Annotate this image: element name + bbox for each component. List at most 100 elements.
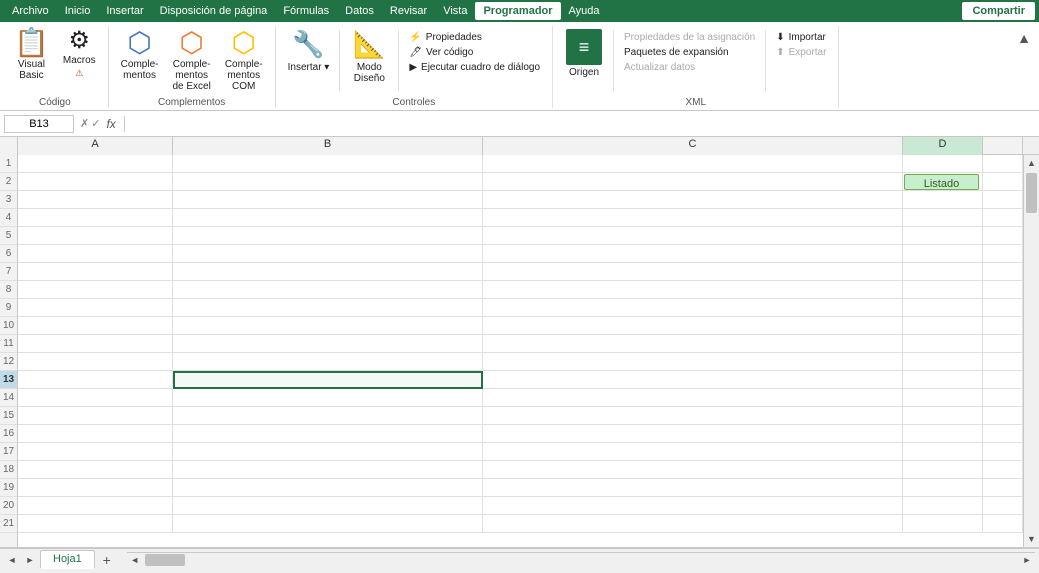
cell-C12[interactable] [483, 353, 903, 370]
cell-extra-13[interactable] [983, 371, 1023, 389]
sheet-tab-hoja1[interactable]: Hoja1 [40, 550, 95, 569]
cell-A16[interactable] [18, 425, 173, 442]
macros-button[interactable]: ⚙ Macros ⚠ [57, 26, 102, 82]
origen-button[interactable]: ≡ Origen [559, 26, 609, 81]
menu-disposicion[interactable]: Disposición de página [152, 2, 276, 20]
cell-extra-18[interactable] [983, 461, 1023, 478]
cell-D9[interactable] [903, 299, 983, 316]
col-header-B[interactable]: B [173, 137, 483, 155]
cell-B11[interactable] [173, 335, 483, 352]
cell-C2[interactable] [483, 173, 903, 191]
cell-extra-3[interactable] [983, 191, 1023, 208]
complementos-excel-button[interactable]: ⬡ Comple-mentosde Excel [166, 26, 216, 95]
cell-A10[interactable] [18, 317, 173, 334]
cell-extra-20[interactable] [983, 497, 1023, 514]
cell-B10[interactable] [173, 317, 483, 334]
menu-ayuda[interactable]: Ayuda [561, 2, 608, 20]
menu-formulas[interactable]: Fórmulas [275, 2, 337, 20]
h-scroll-right-button[interactable]: ► [1019, 553, 1035, 568]
cell-D14[interactable] [903, 389, 983, 406]
col-header-C[interactable]: C [483, 137, 903, 155]
cell-C11[interactable] [483, 335, 903, 352]
cell-C21[interactable] [483, 515, 903, 532]
cell-C19[interactable] [483, 479, 903, 496]
cell-D8[interactable] [903, 281, 983, 298]
cell-C14[interactable] [483, 389, 903, 406]
cell-D17[interactable] [903, 443, 983, 460]
cell-extra-6[interactable] [983, 245, 1023, 262]
row-num-4[interactable]: 4 [0, 209, 17, 227]
cell-C4[interactable] [483, 209, 903, 226]
cell-extra-5[interactable] [983, 227, 1023, 244]
cell-extra-19[interactable] [983, 479, 1023, 496]
cell-extra-8[interactable] [983, 281, 1023, 298]
cell-A1[interactable] [18, 155, 173, 173]
row-num-9[interactable]: 9 [0, 299, 17, 317]
paquetes-expansion-button[interactable]: Paquetes de expansión [618, 45, 761, 60]
menu-archivo[interactable]: Archivo [4, 2, 57, 20]
cell-B1[interactable] [173, 155, 483, 173]
cell-C1[interactable] [483, 155, 903, 173]
cell-D12[interactable] [903, 353, 983, 370]
cell-B6[interactable] [173, 245, 483, 262]
cell-A8[interactable] [18, 281, 173, 298]
cell-A7[interactable] [18, 263, 173, 280]
cell-extra-16[interactable] [983, 425, 1023, 442]
cell-A11[interactable] [18, 335, 173, 352]
cell-A5[interactable] [18, 227, 173, 244]
ver-codigo-button[interactable]: 🖊 Ver código [403, 45, 546, 60]
cell-B12[interactable] [173, 353, 483, 370]
cell-D19[interactable] [903, 479, 983, 496]
cell-D4[interactable] [903, 209, 983, 226]
cell-D18[interactable] [903, 461, 983, 478]
cell-extra-2[interactable] [983, 173, 1023, 191]
cell-D3[interactable] [903, 191, 983, 208]
menu-insertar[interactable]: Insertar [98, 2, 151, 20]
cell-reference-input[interactable] [4, 115, 74, 133]
cell-D1[interactable] [903, 155, 983, 173]
sheet-scroll-right-button[interactable]: ► [22, 549, 38, 570]
cell-extra-1[interactable] [983, 155, 1023, 173]
scrollbar-thumb[interactable] [1026, 173, 1037, 213]
row-num-14[interactable]: 14 [0, 389, 17, 407]
cell-B14[interactable] [173, 389, 483, 406]
cell-extra-15[interactable] [983, 407, 1023, 424]
row-num-17[interactable]: 17 [0, 443, 17, 461]
cell-extra-10[interactable] [983, 317, 1023, 334]
cell-B20[interactable] [173, 497, 483, 514]
cell-C9[interactable] [483, 299, 903, 316]
row-num-21[interactable]: 21 [0, 515, 17, 533]
sheet-scroll-left-button[interactable]: ◄ [4, 549, 20, 570]
col-header-A[interactable]: A [18, 137, 173, 155]
col-header-D[interactable]: D [903, 137, 983, 155]
cell-B4[interactable] [173, 209, 483, 226]
visual-basic-button[interactable]: 📋 VisualBasic [8, 26, 55, 84]
cell-B15[interactable] [173, 407, 483, 424]
row-num-18[interactable]: 18 [0, 461, 17, 479]
add-sheet-button[interactable]: + [97, 550, 117, 570]
cell-A6[interactable] [18, 245, 173, 262]
cell-D15[interactable] [903, 407, 983, 424]
modo-diseno-button[interactable]: 📐 ModoDiseño [344, 26, 394, 87]
cell-extra-14[interactable] [983, 389, 1023, 406]
cell-B2[interactable] [173, 173, 483, 191]
h-scrollbar-thumb[interactable] [145, 554, 185, 566]
cell-B3[interactable] [173, 191, 483, 208]
cell-A13[interactable] [18, 371, 173, 389]
cell-D16[interactable] [903, 425, 983, 442]
cell-extra-17[interactable] [983, 443, 1023, 460]
row-num-6[interactable]: 6 [0, 245, 17, 263]
row-num-1[interactable]: 1 [0, 155, 17, 173]
row-num-5[interactable]: 5 [0, 227, 17, 245]
row-num-2[interactable]: 2 [0, 173, 17, 191]
cell-C17[interactable] [483, 443, 903, 460]
cell-D2[interactable]: Listado [903, 173, 983, 191]
row-num-13[interactable]: 13 [0, 371, 17, 389]
cell-extra-9[interactable] [983, 299, 1023, 316]
menu-revisar[interactable]: Revisar [382, 2, 435, 20]
cell-B5[interactable] [173, 227, 483, 244]
ribbon-collapse-button[interactable]: ▲ [1013, 28, 1035, 48]
cell-C7[interactable] [483, 263, 903, 280]
cell-A2[interactable] [18, 173, 173, 191]
cell-C20[interactable] [483, 497, 903, 514]
